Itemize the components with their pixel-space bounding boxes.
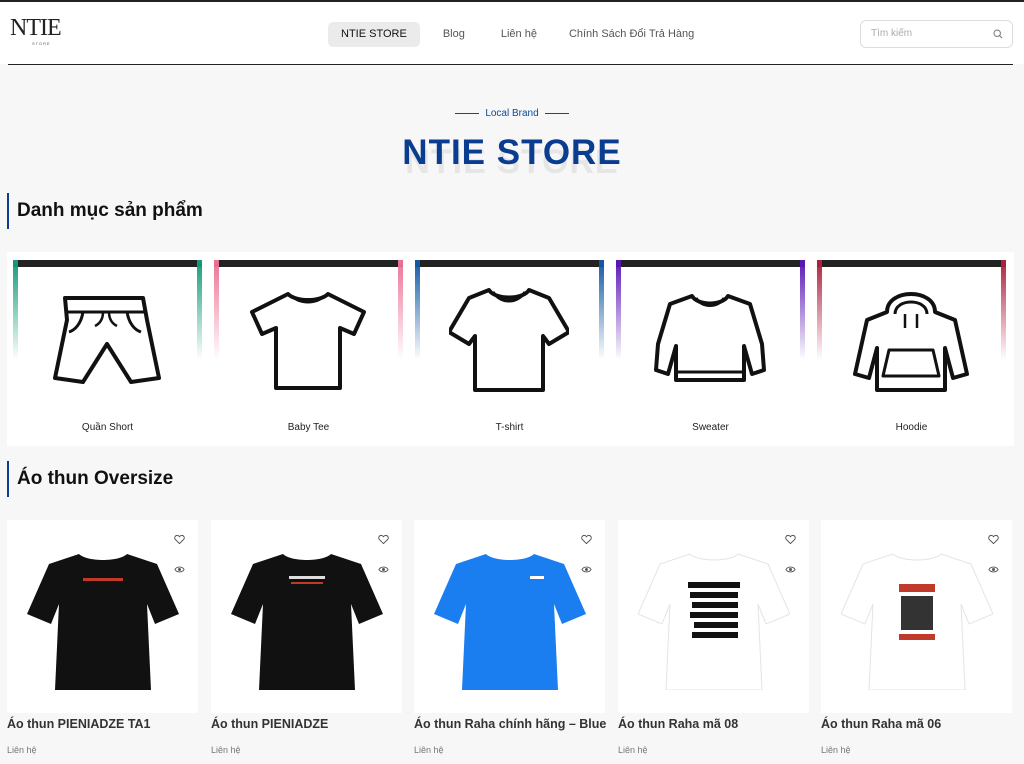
product-name[interactable]: Áo thun PIENIADZE TA1 [7, 717, 151, 731]
heart-icon[interactable] [378, 534, 389, 545]
category-card-sweater[interactable]: Sweater [616, 260, 805, 438]
category-card-shorts[interactable]: Quần Short [13, 260, 202, 438]
category-label: Baby Tee [287, 422, 330, 433]
divider-line [544, 112, 569, 114]
product-image[interactable] [821, 520, 1012, 713]
product-image[interactable] [7, 520, 198, 713]
eye-icon[interactable] [581, 564, 592, 575]
eye-icon[interactable] [785, 564, 796, 575]
shorts-icon [53, 296, 161, 384]
hero-title: NTIE STORE [402, 133, 622, 172]
product-price: Liên hệ [7, 745, 37, 755]
baby-tee-icon [250, 292, 366, 390]
product-name[interactable]: Áo thun Raha mã 06 [821, 717, 941, 731]
nav-item-home[interactable]: NTIE STORE [328, 22, 420, 47]
main-nav: NTIE STORE Blog Liên hệ Chính Sách Đổi T… [328, 22, 711, 47]
hero-tag: Local Brand [0, 108, 1024, 119]
logo[interactable]: NTIE STORE [10, 16, 70, 48]
product-image[interactable] [211, 520, 402, 713]
search-box [860, 20, 1013, 48]
eye-icon[interactable] [378, 564, 389, 575]
product-name[interactable]: Áo thun Raha mã 08 [618, 717, 738, 731]
nav-item-blog[interactable]: Blog [430, 22, 478, 47]
divider-line [455, 112, 480, 114]
heart-icon[interactable] [988, 534, 999, 545]
eye-icon[interactable] [988, 564, 999, 575]
sweater-icon [654, 294, 766, 382]
product-name[interactable]: Áo thun Raha chính hãng – Blue [414, 717, 606, 731]
search-icon[interactable] [993, 29, 1003, 39]
product-price: Liên hệ [618, 745, 648, 755]
tshirt-icon [449, 288, 569, 392]
nav-item-contact[interactable]: Liên hệ [488, 22, 550, 47]
header-divider [8, 64, 1013, 65]
category-card-baby-tee[interactable]: Baby Tee [214, 260, 403, 438]
hero-tag-text: Local Brand [485, 108, 539, 119]
tshirt-black-image [231, 554, 383, 690]
products-section-title: Áo thun Oversize [7, 461, 173, 497]
hoodie-icon [853, 292, 969, 392]
heart-icon[interactable] [785, 534, 796, 545]
product-price: Liên hệ [821, 745, 851, 755]
heart-icon[interactable] [581, 534, 592, 545]
product-price: Liên hệ [414, 745, 444, 755]
heart-icon[interactable] [174, 534, 185, 545]
eye-icon[interactable] [174, 564, 185, 575]
nav-item-return-policy[interactable]: Chính Sách Đổi Trả Hàng [556, 22, 707, 47]
category-card-hoodie[interactable]: Hoodie [817, 260, 1006, 438]
category-list: Quần Short Baby Tee T-shirt Sweater Hood… [7, 252, 1014, 446]
logo-text: NTIE [10, 15, 62, 41]
tshirt-white-image [638, 553, 790, 690]
category-label: T-shirt [495, 422, 524, 433]
tshirt-white-image [841, 553, 993, 690]
category-label: Hoodie [895, 422, 928, 433]
logo-subtext: STORE [32, 41, 51, 46]
category-label: Quần Short [81, 422, 134, 433]
category-label: Sweater [692, 422, 729, 433]
product-image[interactable] [414, 520, 605, 713]
product-price: Liên hệ [211, 745, 241, 755]
categories-section-title: Danh mục sản phẩm [7, 193, 203, 229]
category-card-tshirt[interactable]: T-shirt [415, 260, 604, 438]
search-input[interactable] [871, 28, 981, 39]
site-header: NTIE STORE NTIE STORE Blog Liên hệ Chính… [0, 0, 1024, 65]
product-name[interactable]: Áo thun PIENIADZE [211, 717, 328, 731]
tshirt-blue-image [434, 554, 586, 690]
product-image[interactable] [618, 520, 809, 713]
tshirt-black-image [27, 554, 179, 690]
